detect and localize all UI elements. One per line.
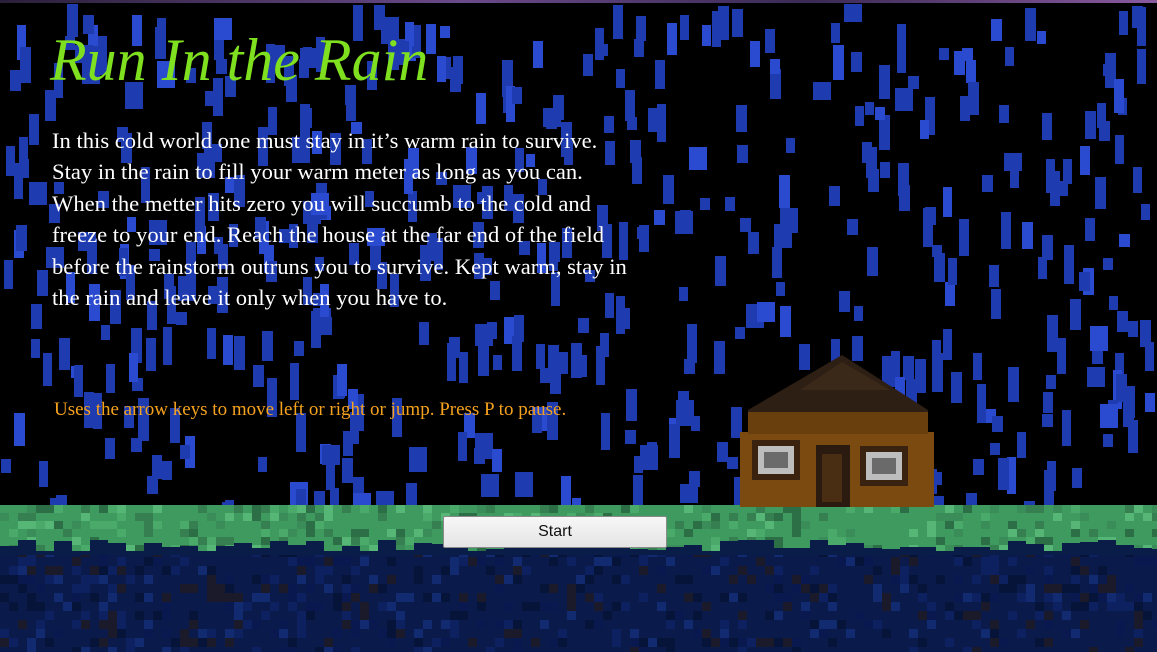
controls-instructions: Uses the arrow keys to move left or righ… [54,399,567,420]
pixel-house-icon [740,355,934,507]
start-button[interactable]: Start [443,516,667,548]
game-title: Run In the Rain [50,27,429,93]
story-text: In this cold world one must stay in it’s… [52,128,627,311]
underground-terrain [0,548,1157,652]
